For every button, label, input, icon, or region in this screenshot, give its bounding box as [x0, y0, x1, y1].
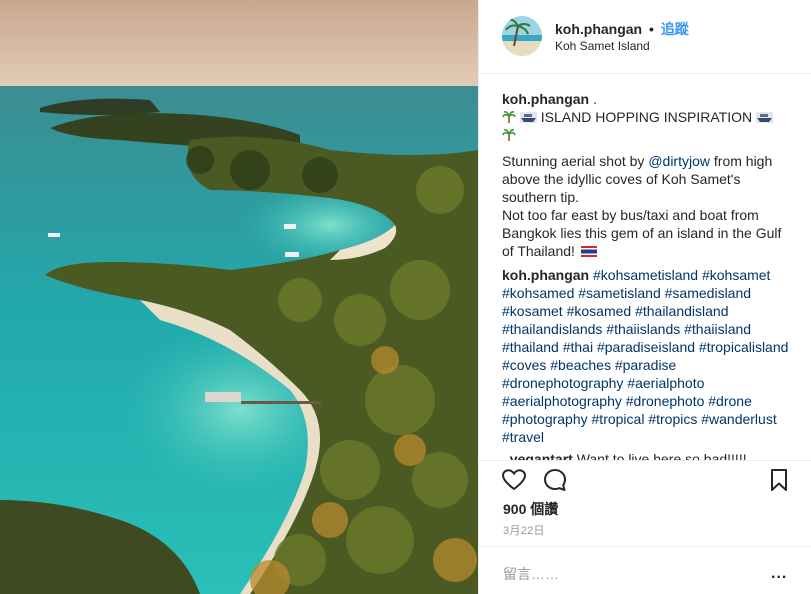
post-author-username[interactable]: koh.phangan — [555, 21, 642, 37]
aerial-island-image — [0, 0, 478, 594]
follow-button[interactable]: 追蹤 — [661, 21, 689, 37]
bookmark-icon[interactable] — [766, 467, 792, 493]
reply-text: Want to live here so bad!!!!! — [576, 451, 747, 460]
avatar-beach-image — [502, 16, 542, 56]
caption-body-2: Not too far east by bus/taxi and boat fr… — [502, 206, 792, 260]
thailand-flag-icon — [580, 246, 597, 257]
hashtag-comment: koh.phangan #kohsametisland #kohsamet #k… — [502, 266, 792, 446]
caption-area: koh.phangan . ISLAND HOPPING INSPIRATION… — [502, 90, 792, 460]
reply-username[interactable]: _vegantart — [502, 451, 573, 460]
caption-username[interactable]: koh.phangan — [502, 91, 589, 107]
palm-tree-icon — [502, 129, 516, 141]
caption-heading-line: ISLAND HOPPING INSPIRATION — [502, 108, 792, 144]
heart-icon[interactable] — [501, 467, 527, 493]
caption-heading: ISLAND HOPPING INSPIRATION — [540, 109, 753, 125]
reply-comment: _vegantart Want to live here so bad!!!!! — [502, 450, 792, 460]
comment-input[interactable]: 留言…… — [503, 564, 559, 584]
avatar[interactable] — [502, 16, 542, 56]
comment-bubble-icon[interactable] — [542, 467, 568, 493]
comment-username[interactable]: koh.phangan — [502, 267, 589, 283]
hashtag-list[interactable]: #kohsametisland #kohsamet #kohsamed #sam… — [502, 267, 788, 445]
caption-text: Stunning aerial shot by — [502, 153, 649, 169]
comment-bar: 留言…… ... — [479, 546, 811, 594]
separator-dot: • — [649, 21, 654, 37]
post-header: koh.phangan • 追蹤 Koh Samet Island — [479, 0, 811, 74]
caption-username-suffix: . — [589, 91, 597, 107]
post-author-line: koh.phangan • 追蹤 — [555, 19, 689, 39]
instagram-post-window: koh.phangan • 追蹤 Koh Samet Island koh.ph… — [0, 0, 811, 594]
palm-tree-icon — [502, 111, 516, 123]
caption-body: Stunning aerial shot by @dirtyjow from h… — [502, 152, 792, 206]
mention-link[interactable]: @dirtyjow — [648, 153, 710, 169]
post-location[interactable]: Koh Samet Island — [555, 39, 650, 53]
ship-icon — [756, 112, 774, 123]
like-count[interactable]: 900 個讚 — [503, 499, 558, 519]
more-options-icon[interactable]: ... — [771, 565, 787, 583]
post-side-panel: koh.phangan • 追蹤 Koh Samet Island koh.ph… — [478, 0, 811, 594]
post-date[interactable]: 3月22日 — [503, 522, 545, 538]
action-bar — [479, 460, 811, 491]
ship-icon — [519, 112, 537, 123]
post-photo[interactable] — [0, 0, 478, 594]
caption-text: Not too far east by bus/taxi and boat fr… — [502, 207, 782, 259]
